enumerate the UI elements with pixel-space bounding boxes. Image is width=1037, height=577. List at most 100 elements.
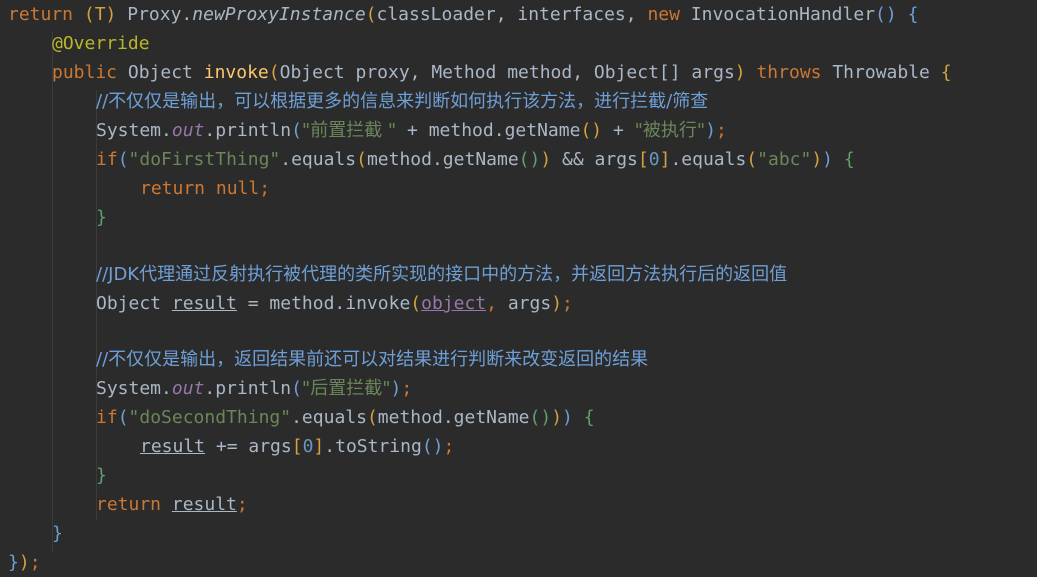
code-token: return (140, 178, 206, 199)
code-token: .equals (291, 407, 367, 428)
code-token: (T) (83, 4, 117, 25)
code-token: ; (716, 120, 727, 141)
code-token: ) (551, 293, 563, 314)
code-line[interactable]: if("doFirstThing".equals(method.getName(… (96, 145, 855, 174)
code-token: () (421, 436, 444, 457)
code-line[interactable]: } (52, 519, 63, 548)
code-token: if (96, 149, 118, 170)
indent-guide (96, 176, 97, 202)
code-token: Throwable (832, 62, 930, 83)
code-token: .equals (280, 149, 357, 170)
code-token: ) (734, 62, 746, 83)
code-token: + (602, 120, 635, 141)
code-token: , (486, 293, 497, 314)
code-token: null (215, 178, 260, 199)
code-token: } (96, 465, 107, 486)
code-line[interactable]: @Override (52, 29, 150, 58)
string-literal: "前置拦截 " (301, 120, 397, 141)
code-token: { (940, 62, 952, 83)
code-line[interactable]: if("doSecondThing".equals(method.getName… (96, 403, 595, 432)
code-line[interactable]: }); (8, 548, 41, 577)
code-line[interactable]: System.out.println("前置拦截 " + method.getN… (96, 116, 727, 145)
string-literal: "doFirstThing" (128, 149, 281, 170)
code-token: ) (562, 407, 573, 428)
code-token: args (497, 293, 552, 314)
code-token: Object proxy, Method method, Object[] ar… (279, 62, 735, 83)
number-literal: 0 (302, 436, 314, 457)
code-token: ) (705, 120, 717, 141)
code-token: classLoader, interfaces, (376, 4, 648, 25)
string-literal: "doSecondThing" (128, 407, 292, 428)
code-token: () (875, 4, 897, 25)
code-token: ( (291, 378, 302, 399)
code-line[interactable]: //JDK代理通过反射执行被代理的类所实现的接口中的方法，并返回方法执行后的返回… (96, 260, 787, 289)
code-token: ) (18, 552, 30, 573)
code-token: ) (822, 149, 834, 170)
code-token: [ (637, 149, 649, 170)
code-token: result (171, 494, 237, 515)
string-literal: "后置拦截" (301, 378, 391, 399)
code-line[interactable]: System.out.println("后置拦截"); (96, 374, 412, 403)
code-token: [ (291, 436, 303, 457)
code-line[interactable]: return result; (96, 490, 248, 519)
code-token: invoke (203, 62, 269, 83)
code-editor[interactable]: return (T) Proxy.newProxyInstance(classL… (0, 0, 1037, 577)
number-literal: 0 (648, 149, 660, 170)
code-comment: //JDK代理通过反射执行被代理的类所实现的接口中的方法，并返回方法执行后的返回… (96, 264, 788, 285)
code-token: @Override (52, 33, 150, 54)
code-token: .equals (670, 149, 747, 170)
code-token: ) (811, 149, 823, 170)
code-token: result (140, 436, 206, 457)
indent-guide (52, 32, 53, 552)
code-token: () (518, 149, 541, 170)
code-token: method.getName (366, 149, 519, 170)
code-token: { (843, 149, 855, 170)
code-token: out (171, 120, 205, 141)
code-token: + method.getName (396, 120, 581, 141)
code-token: ; (562, 293, 573, 314)
code-line[interactable]: //不仅仅是输出，返回结果前还可以对结果进行判断来改变返回的结果 (96, 345, 648, 374)
code-token: throws (756, 62, 822, 83)
code-token: System. (96, 378, 172, 399)
code-line[interactable]: return (T) Proxy.newProxyInstance(classL… (8, 0, 918, 29)
code-line[interactable]: } (96, 461, 107, 490)
code-token: .println (204, 120, 292, 141)
code-token: ; (29, 552, 41, 573)
code-token: () (529, 407, 552, 428)
code-line[interactable]: Object result = method.invoke(object, ar… (96, 289, 573, 318)
code-token: return (8, 4, 74, 25)
code-line[interactable]: //不仅仅是输出，可以根据更多的信息来判断如何执行该方法，进行拦截/筛查 (96, 87, 708, 116)
code-token: ( (268, 62, 280, 83)
code-token: += args (205, 436, 292, 457)
code-token: ( (291, 120, 302, 141)
code-token: if (96, 407, 118, 428)
code-token: result (171, 293, 237, 314)
code-line[interactable]: public Object invoke(Object proxy, Metho… (52, 58, 952, 87)
code-token: ) (390, 378, 402, 399)
code-token: { (907, 4, 919, 25)
code-token: ; (443, 436, 455, 457)
code-comment: //不仅仅是输出，返回结果前还可以对结果进行判断来改变返回的结果 (96, 349, 649, 370)
code-line[interactable]: } (96, 203, 107, 232)
code-token: return (96, 494, 162, 515)
code-token: ; (401, 378, 413, 399)
string-literal: "abc" (757, 149, 812, 170)
code-token: ) (540, 149, 552, 170)
code-token: method.getName (377, 407, 530, 428)
code-token: out (171, 378, 205, 399)
code-token: ( (356, 149, 367, 170)
code-token: ( (410, 293, 422, 314)
code-token: ] (659, 149, 671, 170)
code-token: ( (746, 149, 758, 170)
code-token: = method.invoke (236, 293, 411, 314)
string-literal: "被执行" (634, 120, 706, 141)
code-token: ( (366, 407, 378, 428)
code-token: } (8, 552, 19, 573)
code-token: } (96, 207, 107, 228)
code-token: public (52, 62, 118, 83)
code-token: newProxyInstance (192, 4, 366, 25)
code-line[interactable]: result += args[0].toString(); (140, 432, 454, 461)
code-token: object (421, 293, 487, 314)
code-line[interactable]: return null; (140, 174, 270, 203)
code-token: && args (551, 149, 638, 170)
